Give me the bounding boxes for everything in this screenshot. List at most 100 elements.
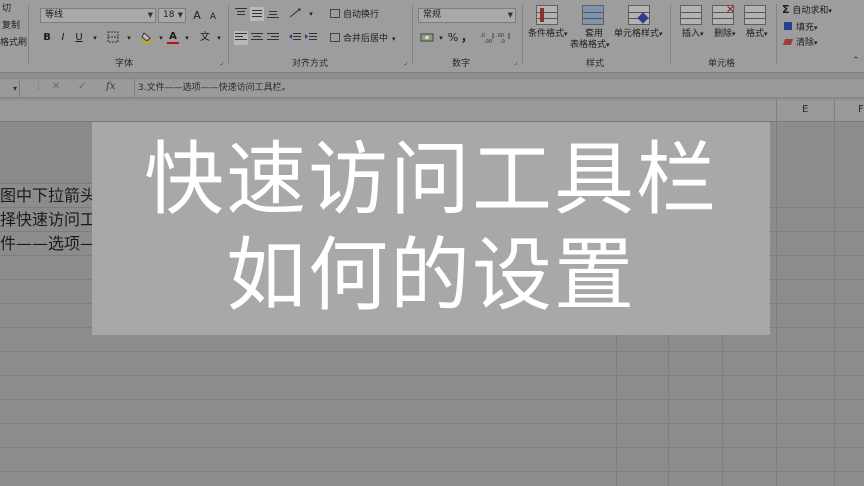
underline-dropdown[interactable]: ▾	[88, 31, 102, 45]
comma-icon: ，	[460, 30, 473, 44]
number-dialog-launcher[interactable]: ⌟	[514, 58, 517, 66]
overlay-title-line1: 快速访问工具栏	[144, 133, 718, 226]
font-color-icon: A	[169, 31, 177, 42]
decrease-decimal-icon: .00.0	[496, 33, 510, 45]
wrap-text-icon	[330, 9, 340, 18]
increase-decimal-icon: .0.00	[480, 33, 494, 45]
font-dialog-launcher[interactable]: ⌟	[220, 58, 223, 66]
font-size-select[interactable]: 18 ▼	[158, 8, 186, 23]
italic-icon: I	[61, 32, 65, 43]
formula-input[interactable]: 3.文件——选项——快速访问工具栏。	[134, 79, 864, 97]
insert-function-icon[interactable]: fx	[106, 81, 115, 92]
fill-label: 填充	[796, 23, 815, 33]
grow-font-button[interactable]: A	[190, 9, 204, 23]
group-separator	[776, 4, 777, 64]
cut-button[interactable]: 切	[2, 4, 11, 15]
increase-indent-icon	[305, 33, 317, 40]
enter-icon[interactable]: ✓	[78, 81, 86, 92]
phonetic-dropdown[interactable]: ▾	[212, 31, 226, 45]
formula-bar: ▾ ⋮ ✕ ✓ fx 3.文件——选项——快速访问工具栏。	[0, 78, 864, 98]
clear-button[interactable]: 清除▾	[782, 38, 818, 49]
svg-text:.0: .0	[500, 39, 505, 43]
format-button[interactable]: 格式▾	[746, 29, 768, 40]
merge-cells-icon	[330, 33, 340, 42]
name-box[interactable]: ▾	[0, 80, 20, 97]
delete-cells-icon: ✕	[712, 3, 735, 25]
overlay-title-line2: 如何的设置	[226, 229, 636, 322]
orientation-button[interactable]	[288, 7, 302, 21]
format-cells-icon	[744, 5, 766, 25]
font-name-value: 等线	[45, 10, 64, 20]
format-painter-button[interactable]: 格式刷	[0, 38, 27, 49]
align-top-button[interactable]	[234, 7, 248, 21]
group-separator	[412, 4, 413, 64]
align-right-icon	[267, 33, 279, 40]
currency-icon	[420, 33, 434, 42]
font-color-button[interactable]: A	[166, 30, 180, 44]
format-as-table-button[interactable]: 表格格式▾	[570, 40, 610, 51]
merge-center-label: 合并后居中	[343, 34, 389, 44]
align-bottom-button[interactable]	[266, 7, 280, 21]
decrease-indent-icon	[289, 33, 301, 40]
grow-font-icon: A	[193, 9, 201, 22]
increase-decimal-button[interactable]: .0.00	[480, 31, 494, 45]
percent-style-button[interactable]: %	[446, 31, 460, 45]
underline-icon: U	[75, 32, 83, 43]
sigma-icon: Σ	[782, 3, 790, 16]
accounting-format-button[interactable]	[420, 31, 434, 45]
styles-group-label: 样式	[586, 59, 605, 69]
align-right-button[interactable]	[266, 31, 280, 45]
delete-button[interactable]: 删除▾	[714, 29, 736, 40]
gridline	[834, 100, 835, 486]
wrap-text-button[interactable]: 自动换行	[330, 9, 379, 21]
align-bottom-icon	[267, 11, 279, 18]
italic-button[interactable]: I	[56, 31, 70, 45]
underline-button[interactable]: U	[72, 31, 86, 45]
number-format-select[interactable]: 常规 ▼	[418, 8, 516, 23]
borders-dropdown[interactable]: ▾	[122, 31, 136, 45]
cell-styles-button[interactable]: 单元格样式▾	[614, 29, 663, 40]
number-group-label: 数字	[452, 59, 471, 69]
column-header-f[interactable]: F	[858, 104, 864, 115]
gridline	[0, 375, 864, 376]
align-middle-icon	[252, 10, 262, 17]
gridline	[0, 423, 864, 424]
fill-color-button[interactable]	[140, 31, 154, 45]
align-top-icon	[235, 8, 247, 15]
increase-indent-button[interactable]	[304, 31, 318, 45]
chevron-down-icon: ▾	[606, 41, 610, 49]
group-separator	[228, 4, 229, 64]
phonetic-button[interactable]: 文	[198, 31, 212, 45]
format-as-table-label: 表格格式	[570, 40, 607, 50]
format-as-table-line1: 套用	[585, 29, 604, 39]
borders-button[interactable]	[106, 31, 120, 45]
group-separator	[522, 4, 523, 64]
bold-button[interactable]: B	[40, 31, 54, 45]
autosum-button[interactable]: Σ 自动求和▾	[782, 4, 832, 17]
format-label: 格式	[746, 29, 765, 39]
align-left-button[interactable]	[234, 31, 248, 45]
cancel-icon[interactable]: ✕	[52, 81, 60, 92]
column-header-e[interactable]: E	[802, 104, 808, 115]
shrink-font-button[interactable]: A	[206, 10, 220, 24]
font-name-select[interactable]: 等线 ▼	[40, 8, 156, 23]
alignment-dialog-launcher[interactable]: ⌟	[404, 58, 407, 66]
insert-button[interactable]: 插入▾	[682, 29, 704, 40]
font-color-dropdown[interactable]: ▾	[180, 31, 194, 45]
copy-button[interactable]: 复制	[2, 21, 20, 32]
collapse-ribbon-button[interactable]: ⌃	[852, 56, 860, 66]
decrease-decimal-button[interactable]: .00.0	[496, 31, 510, 45]
conditional-formatting-button[interactable]: 条件格式▾	[528, 29, 568, 40]
chevron-down-icon: ▼	[507, 11, 513, 19]
decrease-indent-button[interactable]	[288, 31, 302, 45]
comma-style-button[interactable]: ，	[460, 30, 474, 44]
align-center-button[interactable]	[250, 31, 264, 45]
number-format-value: 常规	[423, 10, 442, 20]
conditional-formatting-icon	[536, 5, 558, 25]
merge-center-button[interactable]: 合并后居中 ▾	[330, 33, 396, 45]
title-overlay: 快速访问工具栏 如何的设置	[92, 122, 770, 335]
align-middle-button[interactable]	[250, 7, 264, 21]
fill-button[interactable]: 填充▾	[784, 22, 818, 34]
chevron-down-icon: ▾	[814, 39, 818, 47]
orientation-dropdown[interactable]: ▾	[304, 7, 318, 21]
